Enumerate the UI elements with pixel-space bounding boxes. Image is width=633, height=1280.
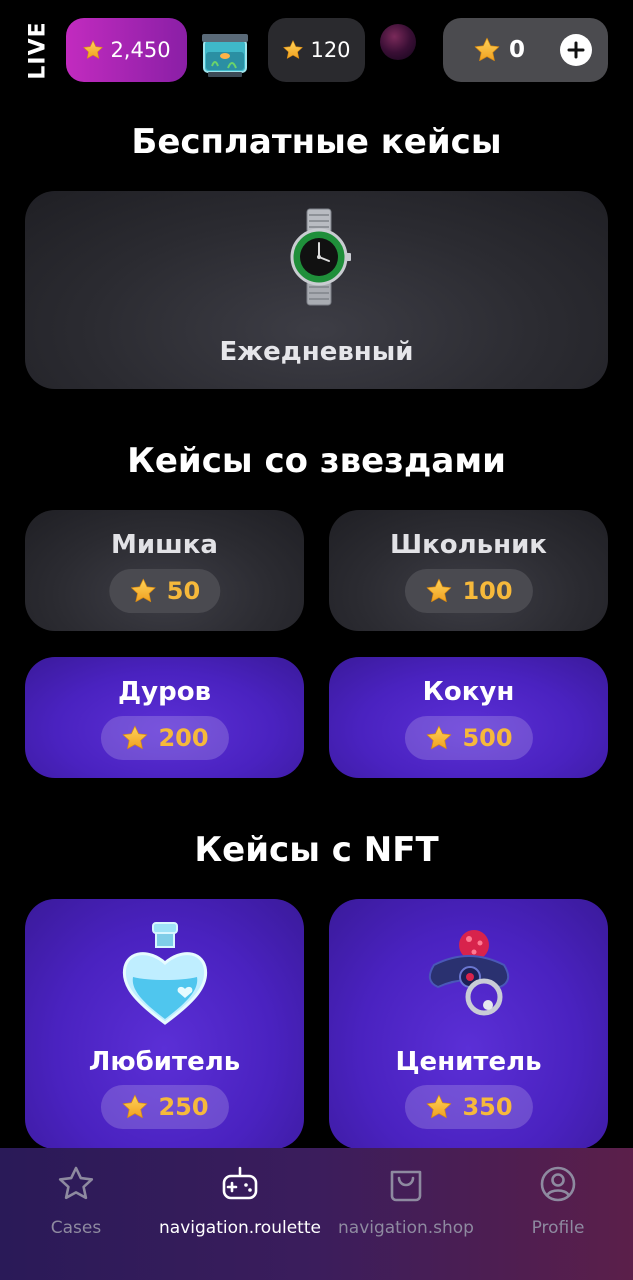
case-card-daily[interactable]: Ежедневный	[25, 191, 608, 389]
case-card-mishka[interactable]: Мишка 50	[25, 510, 304, 631]
star-icon	[82, 39, 104, 61]
case-card-shkolnik[interactable]: Школьник 100	[329, 510, 608, 631]
star-icon	[424, 724, 452, 752]
price-chip: 100	[404, 569, 533, 613]
section-title-nft: Кейсы с NFT	[194, 830, 439, 870]
balance-value: 0	[509, 37, 526, 63]
pacifier-icon	[428, 930, 509, 1016]
orb-icon[interactable]	[380, 24, 416, 60]
live-feed-item-win[interactable]: 120	[268, 18, 365, 82]
win-amount: 2,450	[110, 38, 171, 62]
add-balance-button[interactable]	[560, 34, 592, 66]
nav-item-cases[interactable]: Cases	[36, 1148, 116, 1280]
price-value: 200	[158, 724, 209, 752]
case-card-lyubitel[interactable]: Любитель 250	[25, 899, 304, 1149]
section-title-free: Бесплатные кейсы	[131, 122, 502, 162]
case-name: Ценитель	[395, 1047, 542, 1077]
nav-item-profile[interactable]: Profile	[518, 1148, 598, 1280]
nav-label: navigation.roulette	[159, 1218, 321, 1238]
star-icon	[473, 36, 501, 64]
price-chip: 500	[404, 716, 533, 760]
case-name: Школьник	[390, 530, 547, 560]
live-label-text: LIVE	[25, 20, 51, 80]
price-value: 350	[462, 1093, 513, 1121]
balance-pill[interactable]: 0	[443, 18, 608, 82]
case-card-durov[interactable]: Дуров 200	[25, 657, 304, 778]
section-title-stars: Кейсы со звездами	[127, 441, 506, 481]
price-value: 100	[462, 577, 513, 605]
price-value: 250	[158, 1093, 209, 1121]
price-value: 50	[166, 577, 201, 605]
price-chip: 200	[100, 716, 229, 760]
plus-icon	[567, 41, 585, 59]
nav-item-roulette[interactable]: navigation.roulette	[150, 1148, 330, 1280]
price-value: 500	[462, 724, 513, 752]
win-amount: 120	[310, 38, 351, 62]
case-name: Ежедневный	[219, 337, 414, 367]
star-icon	[120, 1093, 148, 1121]
gamepad-icon	[222, 1166, 258, 1200]
nav-label: Profile	[531, 1218, 585, 1238]
user-circle-icon	[540, 1166, 576, 1202]
star-outline-icon	[58, 1166, 94, 1200]
shopping-bag-icon	[390, 1170, 422, 1202]
nav-item-shop[interactable]: navigation.shop	[330, 1148, 482, 1280]
price-chip: 350	[404, 1085, 533, 1129]
case-card-tsenitel[interactable]: Ценитель 350	[329, 899, 608, 1149]
star-icon	[424, 1093, 452, 1121]
star-icon	[120, 724, 148, 752]
case-name: Любитель	[88, 1047, 241, 1077]
case-card-kokun[interactable]: Кокун 500	[329, 657, 608, 778]
aquarium-icon[interactable]	[198, 26, 252, 78]
live-feed-bar: LIVE 2,450 120 0	[0, 0, 633, 100]
case-name: Дуров	[117, 677, 212, 707]
price-chip: 250	[100, 1085, 229, 1129]
love-potion-icon	[122, 922, 207, 1025]
nav-label: navigation.shop	[338, 1218, 474, 1238]
live-feed-item-win[interactable]: 2,450	[66, 18, 187, 82]
case-name: Кокун	[422, 677, 515, 707]
nav-label: Cases	[50, 1218, 102, 1238]
watch-icon	[290, 208, 351, 306]
star-icon	[282, 39, 304, 61]
star-icon	[129, 577, 157, 605]
live-label: LIVE	[20, 20, 56, 80]
bottom-navigation: Cases navigation.roulette navigation.sho…	[0, 1148, 633, 1280]
case-name: Мишка	[111, 530, 218, 560]
price-chip: 50	[108, 569, 221, 613]
star-icon	[424, 577, 452, 605]
